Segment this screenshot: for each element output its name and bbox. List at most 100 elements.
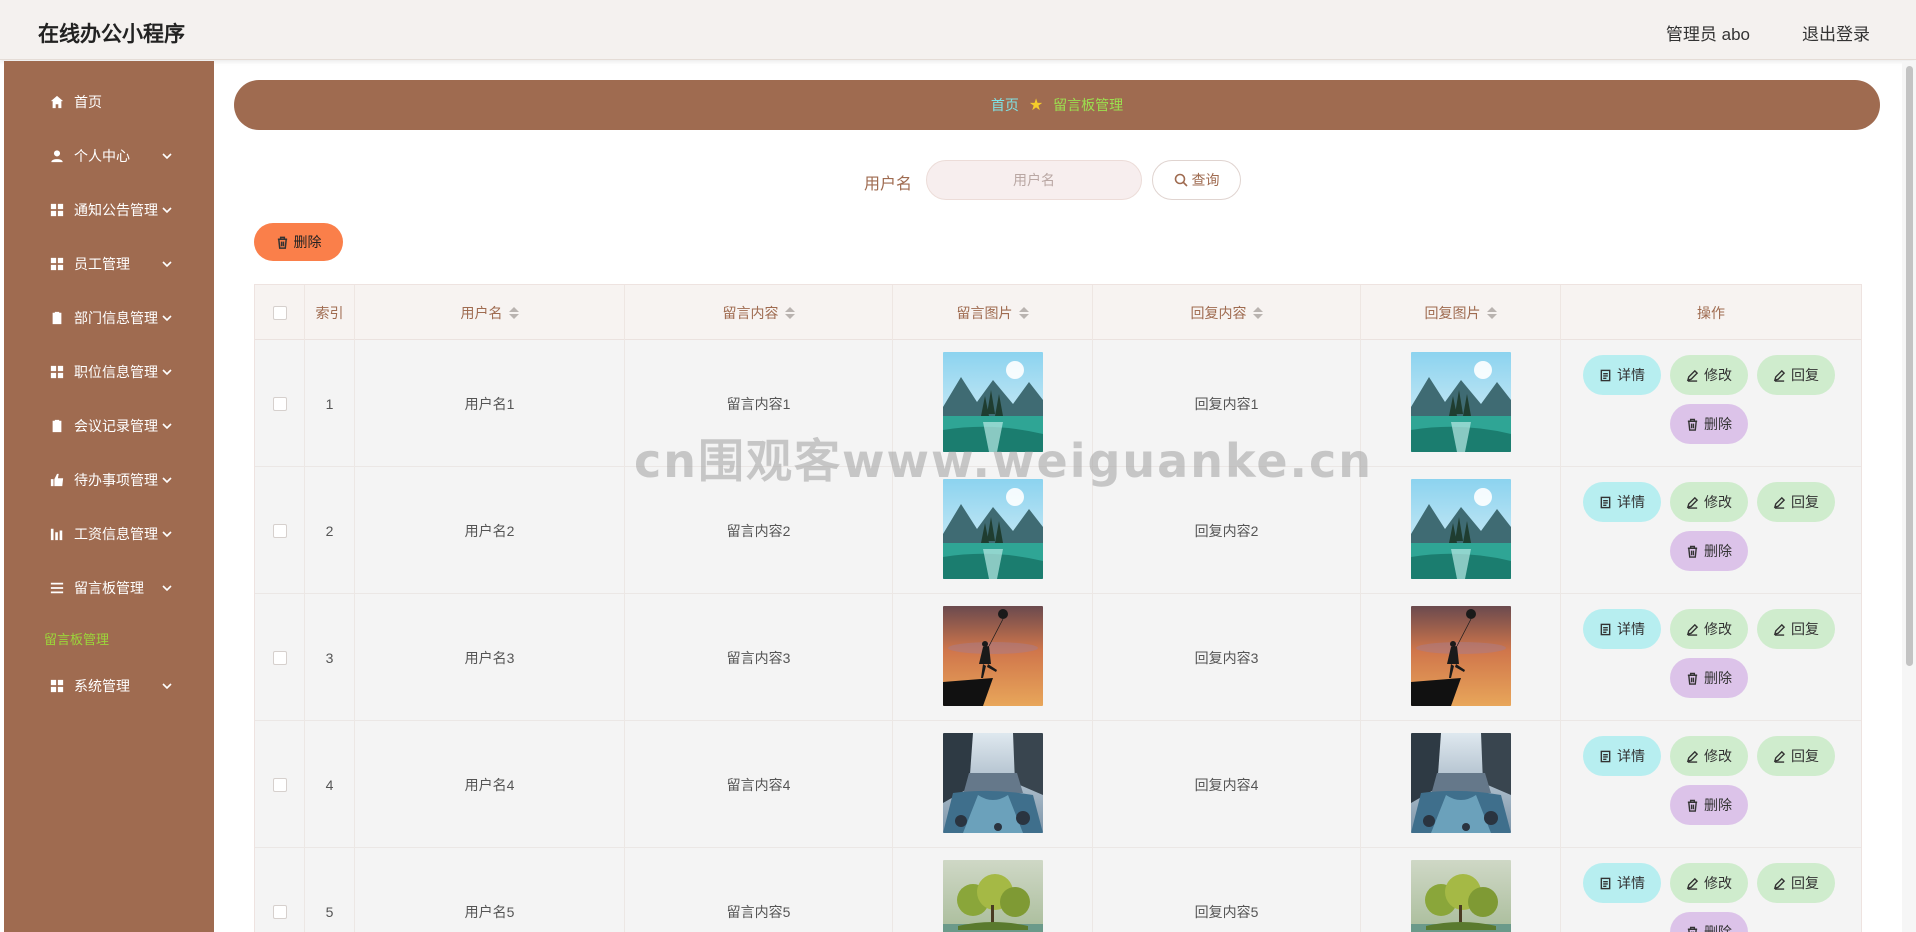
bulk-delete-button[interactable]: 删除 <box>254 223 343 261</box>
column-header-reply[interactable]: 回复内容 <box>1093 285 1361 340</box>
delete-button[interactable]: 删除 <box>1670 785 1748 825</box>
reply-image[interactable] <box>1410 605 1511 706</box>
document-icon <box>1599 750 1617 763</box>
sidebar-item-label: 会议记录管理 <box>74 418 158 434</box>
reply-button[interactable]: 回复 <box>1757 863 1835 903</box>
scrollbar-thumb[interactable] <box>1906 66 1913 666</box>
grid-icon <box>48 363 66 381</box>
row-checkbox[interactable] <box>272 904 287 919</box>
detail-label: 详情 <box>1617 748 1645 764</box>
sidebar-item-employees[interactable]: 员工管理 <box>4 244 214 284</box>
row-actions: 详情 修改 回复 删除 <box>1561 848 1861 932</box>
pencil-icon <box>1686 369 1704 382</box>
row-checkbox[interactable] <box>272 396 287 411</box>
sidebar-item-meetings[interactable]: 会议记录管理 <box>4 406 214 446</box>
detail-button[interactable]: 详情 <box>1583 863 1661 903</box>
row-reply-image-cell <box>1361 594 1561 721</box>
edit-button[interactable]: 修改 <box>1670 736 1748 776</box>
detail-button[interactable]: 详情 <box>1583 609 1661 649</box>
edit-button[interactable]: 修改 <box>1670 863 1748 903</box>
column-header-label: 用户名 <box>460 304 503 321</box>
sidebar-item-label: 通知公告管理 <box>74 202 158 218</box>
reply-label: 回复 <box>1791 367 1819 383</box>
pencil-icon <box>1773 623 1791 636</box>
message-image[interactable] <box>942 859 1043 932</box>
sidebar-item-notices[interactable]: 通知公告管理 <box>4 190 214 230</box>
sidebar-item-todos[interactable]: 待办事项管理 <box>4 460 214 500</box>
reply-image[interactable] <box>1410 732 1511 833</box>
delete-button[interactable]: 删除 <box>1670 404 1748 444</box>
reply-image[interactable] <box>1410 859 1511 932</box>
sidebar-item-label: 职位信息管理 <box>74 364 158 380</box>
message-image[interactable] <box>942 478 1043 579</box>
row-checkbox[interactable] <box>272 523 287 538</box>
delete-label: 删除 <box>1704 670 1732 686</box>
delete-label: 删除 <box>1704 543 1732 559</box>
chevron-down-icon <box>160 581 174 595</box>
detail-button[interactable]: 详情 <box>1583 482 1661 522</box>
pencil-icon <box>1686 750 1704 763</box>
sidebar-item-label: 系统管理 <box>74 678 130 694</box>
row-reply: 回复内容5 <box>1093 848 1361 932</box>
sidebar-item-label: 待办事项管理 <box>74 472 158 488</box>
column-header-reply-image[interactable]: 回复图片 <box>1361 285 1561 340</box>
chevron-down-icon <box>160 149 174 163</box>
logout-link[interactable]: 退出登录 <box>1802 20 1870 45</box>
table-row: 3 用户名3 留言内容3 回复内容3 详情 修改 回复 删除 <box>255 594 1861 721</box>
row-content: 留言内容3 <box>625 594 893 721</box>
sidebar-item-label: 首页 <box>74 94 102 110</box>
reply-image[interactable] <box>1410 478 1511 579</box>
edit-button[interactable]: 修改 <box>1670 609 1748 649</box>
column-header-actions: 操作 <box>1697 304 1725 321</box>
reply-image[interactable] <box>1410 351 1511 452</box>
sidebar-item-positions[interactable]: 职位信息管理 <box>4 352 214 392</box>
column-header-content[interactable]: 留言内容 <box>625 285 893 340</box>
reply-button[interactable]: 回复 <box>1757 355 1835 395</box>
chevron-down-icon <box>160 311 174 325</box>
delete-button[interactable]: 删除 <box>1670 531 1748 571</box>
username-search-input[interactable] <box>926 160 1142 200</box>
sidebar-item-salary[interactable]: 工资信息管理 <box>4 514 214 554</box>
detail-button[interactable]: 详情 <box>1583 736 1661 776</box>
select-all-checkbox[interactable] <box>272 305 287 320</box>
edit-button[interactable]: 修改 <box>1670 355 1748 395</box>
sidebar-item-messages[interactable]: 留言板管理 <box>4 568 214 608</box>
submenu-item-messages[interactable]: 留言板管理 <box>44 629 109 649</box>
message-image[interactable] <box>942 732 1043 833</box>
row-index: 4 <box>305 721 355 848</box>
chevron-down-icon <box>160 679 174 693</box>
list-icon <box>48 579 66 597</box>
breadcrumb-home[interactable]: 首页 <box>991 95 1019 115</box>
reply-button[interactable]: 回复 <box>1757 736 1835 776</box>
sidebar-item-personal[interactable]: 个人中心 <box>4 136 214 176</box>
delete-button[interactable]: 删除 <box>1670 658 1748 698</box>
column-header-label: 回复图片 <box>1424 304 1481 321</box>
column-header-image[interactable]: 留言图片 <box>893 285 1093 340</box>
row-content: 留言内容5 <box>625 848 893 932</box>
reply-button[interactable]: 回复 <box>1757 482 1835 522</box>
messages-table: 索引 用户名 留言内容 留言图片 回复内容 回复图片 操作 1 用户名1 留言内容1… <box>254 284 1862 932</box>
row-reply-image-cell <box>1361 340 1561 467</box>
trash-icon <box>1686 926 1704 932</box>
reply-button[interactable]: 回复 <box>1757 609 1835 649</box>
column-header-username[interactable]: 用户名 <box>355 285 625 340</box>
app-title: 在线办公小程序 <box>38 23 185 46</box>
message-image[interactable] <box>942 605 1043 706</box>
sort-icon <box>1018 306 1029 319</box>
search-button[interactable]: 查询 <box>1152 160 1241 200</box>
sidebar-item-home[interactable]: 首页 <box>4 82 214 122</box>
chevron-down-icon <box>160 203 174 217</box>
delete-button[interactable]: 删除 <box>1670 912 1748 932</box>
detail-button[interactable]: 详情 <box>1583 355 1661 395</box>
pencil-icon <box>1773 750 1791 763</box>
table-row: 5 用户名5 留言内容5 回复内容5 详情 修改 回复 删除 <box>255 848 1861 932</box>
row-reply: 回复内容3 <box>1093 594 1361 721</box>
sidebar-item-system[interactable]: 系统管理 <box>4 666 214 706</box>
sidebar-item-departments[interactable]: 部门信息管理 <box>4 298 214 338</box>
document-icon <box>1599 369 1617 382</box>
detail-label: 详情 <box>1617 875 1645 891</box>
edit-button[interactable]: 修改 <box>1670 482 1748 522</box>
row-checkbox[interactable] <box>272 777 287 792</box>
row-checkbox[interactable] <box>272 650 287 665</box>
document-icon <box>1599 877 1617 890</box>
